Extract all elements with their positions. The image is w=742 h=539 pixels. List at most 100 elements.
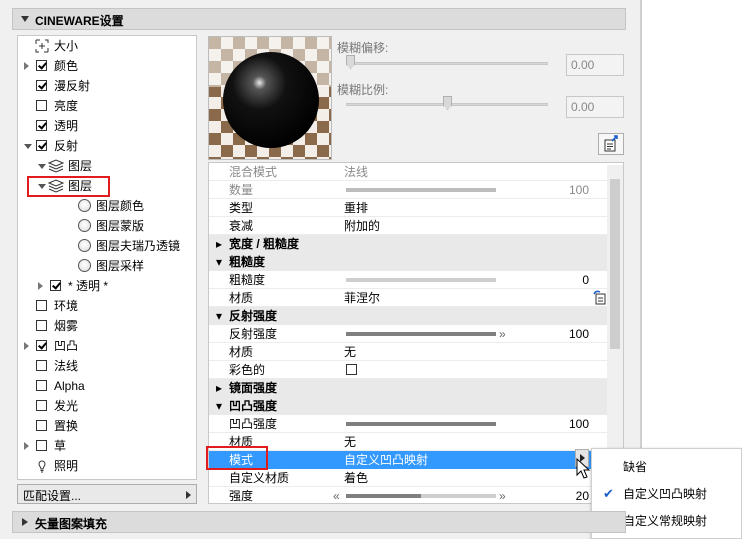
tree-item[interactable]: 亮度 — [18, 96, 194, 116]
property-value[interactable]: 菲涅尔 — [344, 289, 380, 307]
tree-item[interactable]: 草 — [18, 436, 194, 456]
tree-item[interactable]: 漫反射 — [18, 76, 194, 96]
slider-right-arrow-icon[interactable]: » — [499, 487, 506, 503]
section-header[interactable]: ▸ 宽度 / 粗糙度 — [209, 235, 609, 253]
property-number[interactable]: 100 — [569, 415, 589, 433]
tree-item[interactable]: 图层采样 — [18, 256, 194, 276]
checkbox[interactable] — [346, 364, 357, 375]
tree-item[interactable]: * 透明 * — [18, 276, 194, 296]
checkbox[interactable] — [36, 140, 47, 151]
property-row[interactable]: 数量 100 — [209, 181, 609, 199]
tree-item[interactable]: 反射 — [18, 136, 194, 156]
tree-item[interactable]: 图层蒙版 — [18, 216, 194, 236]
property-number[interactable]: 100 — [569, 181, 589, 199]
radio-button[interactable] — [78, 259, 91, 272]
checkbox[interactable] — [36, 400, 47, 411]
menu-item[interactable]: ✔ 自定义凹凸映射 — [592, 481, 741, 507]
property-row[interactable]: 模式 自定义凹凸映射 — [209, 451, 609, 469]
tree-item[interactable]: 图层颜色 — [18, 196, 194, 216]
property-row[interactable]: 材质无 — [209, 343, 609, 361]
tree-item[interactable]: 图层夫瑞乃透镜 — [18, 236, 194, 256]
section-header[interactable]: ▾ 凹凸强度 — [209, 397, 609, 415]
property-row[interactable]: 类型 重排 — [209, 199, 609, 217]
vector-hatch-header[interactable]: 矢量图案填充 — [12, 511, 626, 533]
tree-item[interactable]: 法线 — [18, 356, 194, 376]
scrollbar-thumb[interactable] — [610, 179, 620, 349]
chevron-down-icon[interactable]: ▾ — [216, 253, 222, 271]
slider-left-arrow-icon[interactable]: « — [333, 487, 340, 503]
tree-item[interactable]: 颜色 — [18, 56, 194, 76]
checkbox[interactable] — [36, 340, 47, 351]
checkbox[interactable] — [50, 280, 61, 291]
slider-right-arrow-icon[interactable]: » — [499, 325, 506, 343]
tree-item[interactable]: 环境 — [18, 296, 194, 316]
radio-button[interactable] — [78, 199, 91, 212]
tree-item[interactable]: 置换 — [18, 416, 194, 436]
property-row[interactable]: 反射强度 » 100 — [209, 325, 609, 343]
expand-triangle-icon[interactable] — [22, 518, 28, 526]
property-value[interactable]: 重排 — [344, 199, 368, 217]
checkbox[interactable] — [36, 360, 47, 371]
property-number[interactable]: 20 — [576, 487, 589, 503]
radio-button[interactable] — [78, 239, 91, 252]
property-number[interactable]: 100 — [569, 325, 589, 343]
cineware-settings-header[interactable]: CINEWARE设置 — [12, 8, 626, 30]
property-row[interactable]: 强度 » « 20 — [209, 487, 609, 503]
chevron-down-icon[interactable]: ▾ — [216, 307, 222, 325]
chevron-right-icon[interactable]: ▸ — [216, 235, 222, 253]
property-value[interactable]: 无 — [344, 433, 356, 451]
tree-item[interactable]: 图层 — [18, 156, 194, 176]
property-value[interactable]: 自定义凹凸映射 — [344, 451, 428, 469]
chevron-right-icon[interactable] — [24, 442, 29, 450]
radio-button[interactable] — [78, 219, 91, 232]
checkbox[interactable] — [36, 100, 47, 111]
property-row[interactable]: 凹凸强度 100 — [209, 415, 609, 433]
property-value[interactable]: 附加的 — [344, 217, 380, 235]
checkbox[interactable] — [36, 80, 47, 91]
checkbox[interactable] — [36, 120, 47, 131]
property-row[interactable]: 衰减 附加的 — [209, 217, 609, 235]
checkbox[interactable] — [36, 440, 47, 451]
property-number[interactable]: 0 — [582, 271, 589, 289]
checkbox[interactable] — [36, 300, 47, 311]
section-header[interactable]: ▸ 镜面强度 — [209, 379, 609, 397]
blur-offset-field[interactable]: 0.00 — [566, 54, 624, 76]
chevron-right-icon[interactable] — [24, 342, 29, 350]
property-slider[interactable] — [346, 332, 496, 336]
property-value[interactable]: 无 — [344, 343, 356, 361]
property-row[interactable]: 混合模式 法线 — [209, 163, 609, 181]
property-value[interactable]: 着色 — [344, 469, 368, 487]
property-row[interactable]: 自定义材质 着色 — [209, 469, 609, 487]
export-button[interactable] — [598, 133, 624, 155]
match-settings-button[interactable]: 匹配设置... — [17, 484, 197, 504]
chevron-right-icon[interactable] — [38, 282, 43, 290]
property-row[interactable]: 材质无 — [209, 433, 609, 451]
chevron-down-icon[interactable]: ▾ — [216, 397, 222, 415]
tree-item[interactable]: 大小 — [18, 36, 194, 56]
blur-scale-field[interactable]: 0.00 — [566, 96, 624, 118]
chevron-right-icon[interactable] — [24, 62, 29, 70]
section-header[interactable]: ▾ 反射强度 — [209, 307, 609, 325]
property-row[interactable]: 材质 菲涅尔 — [209, 289, 609, 307]
checkbox[interactable] — [36, 380, 47, 391]
property-row[interactable]: 彩色的 — [209, 361, 609, 379]
tree-item[interactable]: Alpha — [18, 376, 194, 396]
checkbox[interactable] — [36, 60, 47, 71]
section-header[interactable]: ▾ 粗糙度 — [209, 253, 609, 271]
tree-item[interactable]: 发光 — [18, 396, 194, 416]
collapse-triangle-icon[interactable] — [21, 16, 29, 22]
property-row[interactable]: 粗糙度 0 — [209, 271, 609, 289]
property-slider[interactable] — [346, 422, 496, 426]
menu-item[interactable]: 缺省 — [592, 454, 741, 480]
property-slider[interactable] — [346, 188, 496, 192]
checkbox[interactable] — [36, 320, 47, 331]
property-slider[interactable] — [346, 494, 496, 498]
property-slider[interactable] — [346, 278, 496, 282]
tree-item[interactable]: 透明 — [18, 116, 194, 136]
tree-item[interactable]: 烟雾 — [18, 316, 194, 336]
chevron-down-icon[interactable] — [24, 144, 32, 149]
chevron-down-icon[interactable] — [38, 164, 46, 169]
tree-item[interactable]: 照明 — [18, 456, 194, 476]
blur-offset-slider[interactable] — [346, 62, 548, 65]
tree-item[interactable]: 凹凸 — [18, 336, 194, 356]
